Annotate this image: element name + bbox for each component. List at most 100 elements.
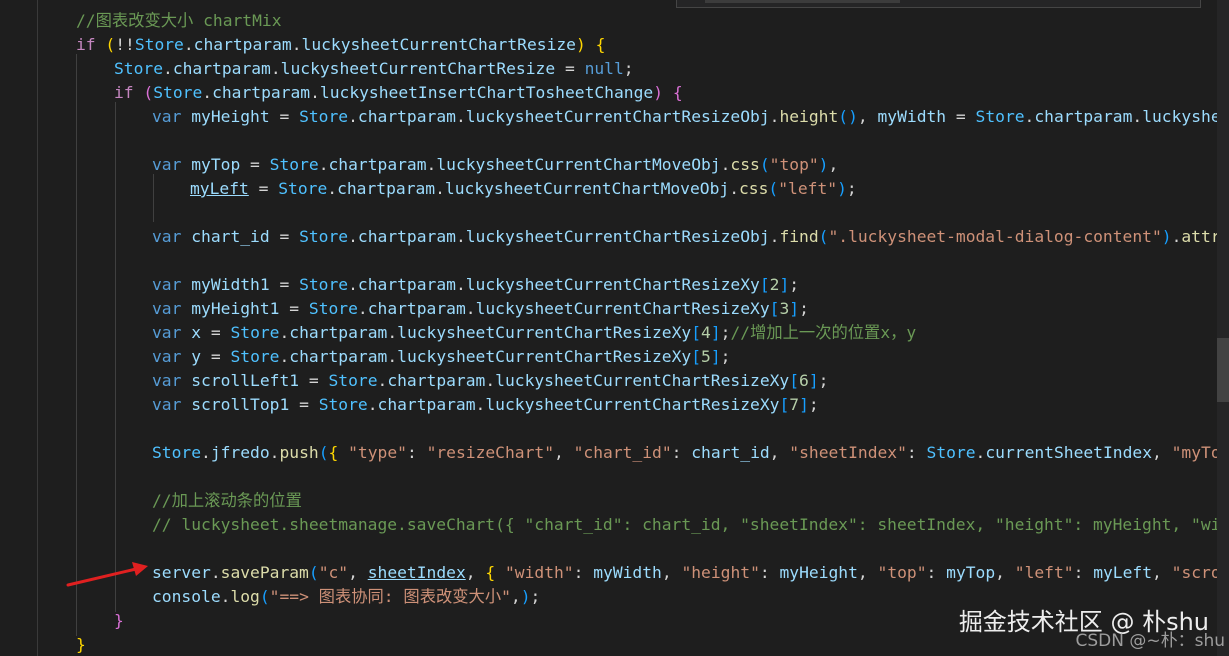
code-token: myWidth1 — [191, 275, 270, 294]
code-token: , — [554, 443, 574, 462]
code-line[interactable]: server.saveParam("c", sheetIndex, { "wid… — [152, 561, 1217, 585]
code-token: Store — [299, 107, 349, 126]
code-token: ( — [143, 83, 154, 102]
code-token: . — [183, 35, 194, 54]
code-token: chartparam — [367, 299, 466, 318]
code-line[interactable]: Store.chartparam.luckysheetCurrentChartR… — [114, 57, 634, 81]
code-token: = — [289, 395, 319, 414]
code-token: = — [946, 107, 976, 126]
code-token: push — [279, 443, 319, 462]
code-line[interactable]: //图表改变大小 chartMix — [76, 9, 282, 33]
code-token: jfredo — [210, 443, 270, 462]
code-editor[interactable]: //图表改变大小 chartMix if (!!Store.chartparam.… — [0, 0, 1217, 656]
code-token: var — [152, 371, 182, 390]
code-token: "==> 图表协同: 图表改变大小" — [269, 587, 511, 606]
code-token: ) — [653, 83, 663, 102]
code-line[interactable]: myLeft = Store.chartparam.luckysheetCurr… — [190, 177, 857, 201]
code-token: chartparam — [289, 347, 388, 366]
code-token: luckysheetInsertChartTosheetChange — [319, 83, 654, 102]
code-token: ) — [575, 35, 586, 54]
code-token: . — [387, 323, 398, 342]
code-line[interactable]: console.log("==> 图表协同: 图表改变大小",); — [152, 585, 540, 609]
code-line[interactable]: var scrollLeft1 = Store.chartparam.lucky… — [152, 369, 828, 393]
code-token: Store — [278, 179, 328, 198]
code-token: "top" — [877, 563, 927, 582]
code-token: [ — [691, 323, 702, 342]
code-token: chartparam — [1034, 107, 1133, 126]
code-line[interactable]: var myWidth1 = Store.chartparam.luckyshe… — [152, 273, 799, 297]
code-token: . — [435, 179, 445, 198]
code-token: myHeight — [191, 107, 270, 126]
code-token: : — [406, 443, 427, 462]
code-token: ; — [789, 275, 800, 294]
code-token: Store — [328, 371, 378, 390]
code-line[interactable]: var chart_id = Store.chartparam.luckyshe… — [152, 225, 1217, 249]
code-line[interactable]: var myTop = Store.chartparam.luckysheetC… — [152, 153, 838, 177]
code-token: 5 — [701, 347, 711, 366]
code-line[interactable]: // luckysheet.sheetmanage.saveChart({ "c… — [152, 513, 1217, 537]
code-token: "type" — [348, 443, 407, 462]
indent-guide — [76, 54, 77, 636]
code-token: , — [348, 563, 368, 582]
code-line[interactable]: //加上滚动条的位置 — [152, 489, 302, 513]
code-token: ; — [720, 323, 731, 342]
code-token: . — [348, 107, 358, 126]
code-token: : — [671, 443, 692, 462]
code-token: Store — [299, 275, 349, 294]
code-token: , — [661, 563, 682, 582]
scrollbar-thumb[interactable] — [1217, 338, 1229, 402]
code-token: . — [318, 155, 329, 174]
vertical-scrollbar[interactable] — [1217, 0, 1229, 656]
code-token: Store — [269, 155, 319, 174]
code-token: = — [248, 179, 279, 198]
code-token: ; — [846, 179, 857, 198]
code-token: chartparam — [193, 35, 292, 54]
code-line[interactable]: Store.jfredo.push({ "type": "resizeChart… — [152, 441, 1217, 465]
code-token: var — [152, 323, 182, 342]
code-token: chart_id — [691, 443, 770, 462]
code-token: myWidth — [593, 563, 662, 582]
code-line[interactable]: var myHeight1 = Store.chartparam.luckysh… — [152, 297, 809, 321]
code-token: luckysheetCurrentChartMoveObj — [444, 179, 730, 198]
code-token: ( — [759, 155, 770, 174]
code-token: [ — [759, 275, 770, 294]
code-token: var — [152, 347, 182, 366]
code-line[interactable]: var x = Store.chartparam.luckysheetCurre… — [152, 321, 916, 345]
code-token: ) — [1161, 227, 1172, 246]
code-token: . — [769, 227, 780, 246]
code-token: . — [1171, 227, 1182, 246]
code-token: luckysheetCurrentChartResize — [280, 59, 556, 78]
code-line[interactable]: var y = Store.chartparam.luckysheetCurre… — [152, 345, 730, 369]
code-line[interactable]: var myHeight = Store.chartparam.luckyshe… — [152, 105, 1217, 129]
code-token: : — [759, 563, 780, 582]
code-token: chartparam — [172, 59, 271, 78]
code-line[interactable]: } — [76, 633, 86, 656]
code-line[interactable]: var scrollTop1 = Store.chartparam.luckys… — [152, 393, 819, 417]
code-token: [ — [789, 371, 800, 390]
code-token: ] — [710, 323, 721, 342]
code-token: , — [857, 563, 878, 582]
find-widget[interactable] — [676, 0, 1201, 8]
code-token: } — [114, 611, 124, 630]
find-input[interactable] — [705, 0, 900, 3]
code-line[interactable]: if (Store.chartparam.luckysheetInsertCha… — [114, 81, 683, 105]
code-token: ; — [799, 299, 809, 318]
code-line[interactable]: } — [114, 609, 124, 633]
code-token: , — [465, 563, 486, 582]
code-token: . — [426, 155, 437, 174]
code-token: . — [210, 563, 221, 582]
code-token: [ — [769, 299, 780, 318]
code-line[interactable]: if (!!Store.chartparam.luckysheetCurrent… — [76, 33, 605, 57]
code-token: myHeight — [779, 563, 858, 582]
code-token: //图表改变大小 chartMix — [76, 11, 282, 30]
code-token: ( — [318, 443, 329, 462]
code-token: Store — [114, 59, 164, 78]
code-token: luckysheetCurrentChartResizeObj — [1142, 107, 1217, 126]
code-token: , — [857, 107, 878, 126]
code-token: . — [357, 299, 368, 318]
code-token: , — [995, 563, 1015, 582]
code-token: : — [906, 443, 927, 462]
code-token: sheetIndex — [367, 563, 466, 582]
